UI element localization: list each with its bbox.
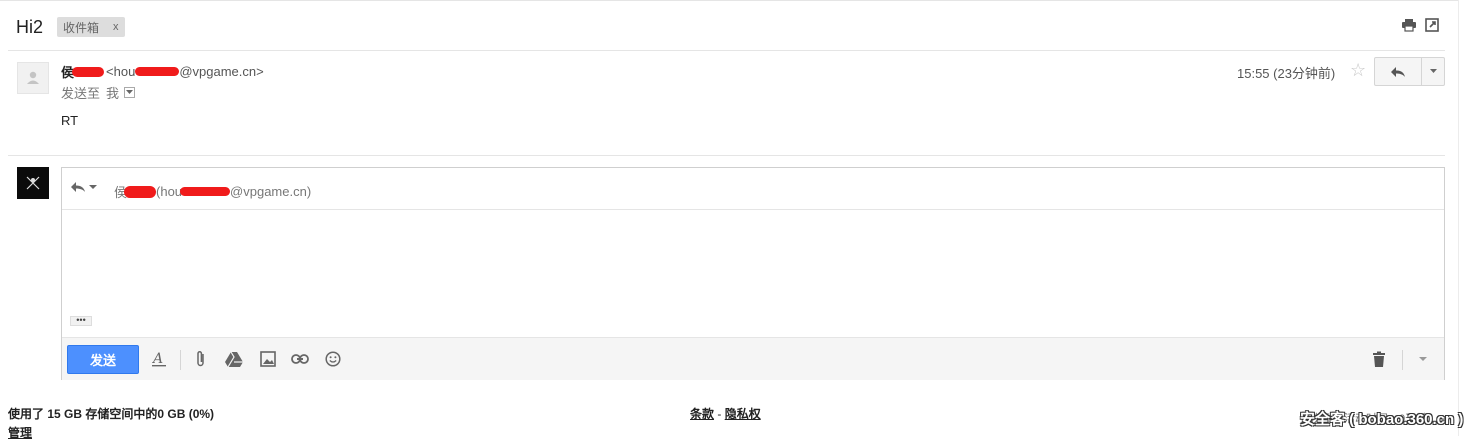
open-in-new-window-icon[interactable] [1424,17,1440,33]
sender-avatar[interactable] [17,62,49,94]
reply-icon [1391,66,1405,77]
manage-storage-link[interactable]: 管理 [8,424,214,441]
sender-email-prefix: <hou [106,64,136,79]
chevron-down-icon[interactable] [1414,350,1432,368]
footer-links: 条款 - 隐私权 [690,405,761,422]
divider [8,155,1445,156]
print-icon[interactable] [1401,17,1417,33]
star-icon[interactable]: ☆ [1350,60,1366,81]
sender-email-suffix: @vpgame.cn> [179,64,264,79]
subject-row: Hi2 收件箱 x [16,12,125,42]
reply-icon [71,182,85,192]
chevron-down-icon [89,184,97,189]
sender-line[interactable]: 侯 <hou @vpgame.cn> [61,62,264,81]
recipient-email-prefix: (hou [156,184,183,199]
emoji-icon[interactable] [324,350,342,368]
right-divider [1458,0,1459,436]
label-chip-text: 收件箱 [63,20,100,35]
recipient-email-suffix: @vpgame.cn) [230,184,312,199]
person-icon [27,71,39,84]
top-border [0,0,1458,1]
reply-type-dropdown[interactable] [70,181,97,193]
message-time: 15:55 (23分钟前) [1237,66,1336,81]
user-avatar[interactable] [17,167,49,199]
toolbar-separator [180,350,181,370]
thread-subject: Hi2 [16,16,44,37]
toolbar-separator [1402,350,1403,370]
redaction-mark [72,66,105,77]
redaction-mark [135,67,180,76]
redaction-mark [180,187,231,196]
chevron-down-icon [1429,69,1437,73]
reply-button[interactable] [1374,57,1422,86]
privacy-link[interactable]: 隐私权 [725,407,761,421]
terms-link[interactable]: 条款 [690,407,714,421]
storage-usage: 使用了 15 GB 存储空间中的0 GB (0%) [8,407,215,421]
reply-button-group [1374,57,1445,86]
sent-to-line: 发送至 我 [61,83,136,102]
more-actions-button[interactable] [1422,57,1445,86]
insert-photo-icon[interactable] [259,350,277,368]
recipient-field[interactable]: 侯 (hou @vpgame.cn) [114,182,311,201]
label-chip-inbox[interactable]: 收件箱 x [57,17,125,37]
reply-compose-box[interactable]: 侯 (hou @vpgame.cn) ••• 发送 A [61,167,1445,380]
sent-to-value: 我 [106,86,120,101]
remove-label-button[interactable]: x [113,21,119,33]
insert-link-icon[interactable] [291,350,309,368]
drive-icon[interactable] [225,350,243,368]
compose-toolbar: 发送 A [62,337,1444,380]
show-trimmed-content-button[interactable]: ••• [70,316,92,326]
trash-icon[interactable] [1370,350,1388,368]
sent-to-label: 发送至 [61,86,101,101]
details-dropdown-icon[interactable] [124,87,136,98]
paperclip-icon[interactable] [192,350,210,368]
divider [8,50,1445,51]
svg-text:A: A [152,351,163,367]
watermark: 安全客 ( bobao.360.cn ) [1300,411,1464,428]
footer-separator: - [714,407,725,421]
message-body: RT [61,113,79,128]
avatar-figure-icon [26,176,40,190]
redaction-mark [124,185,157,198]
compose-header: 侯 (hou @vpgame.cn) [62,168,1444,210]
format-text-icon[interactable]: A [150,350,168,368]
send-button[interactable]: 发送 [67,345,139,374]
